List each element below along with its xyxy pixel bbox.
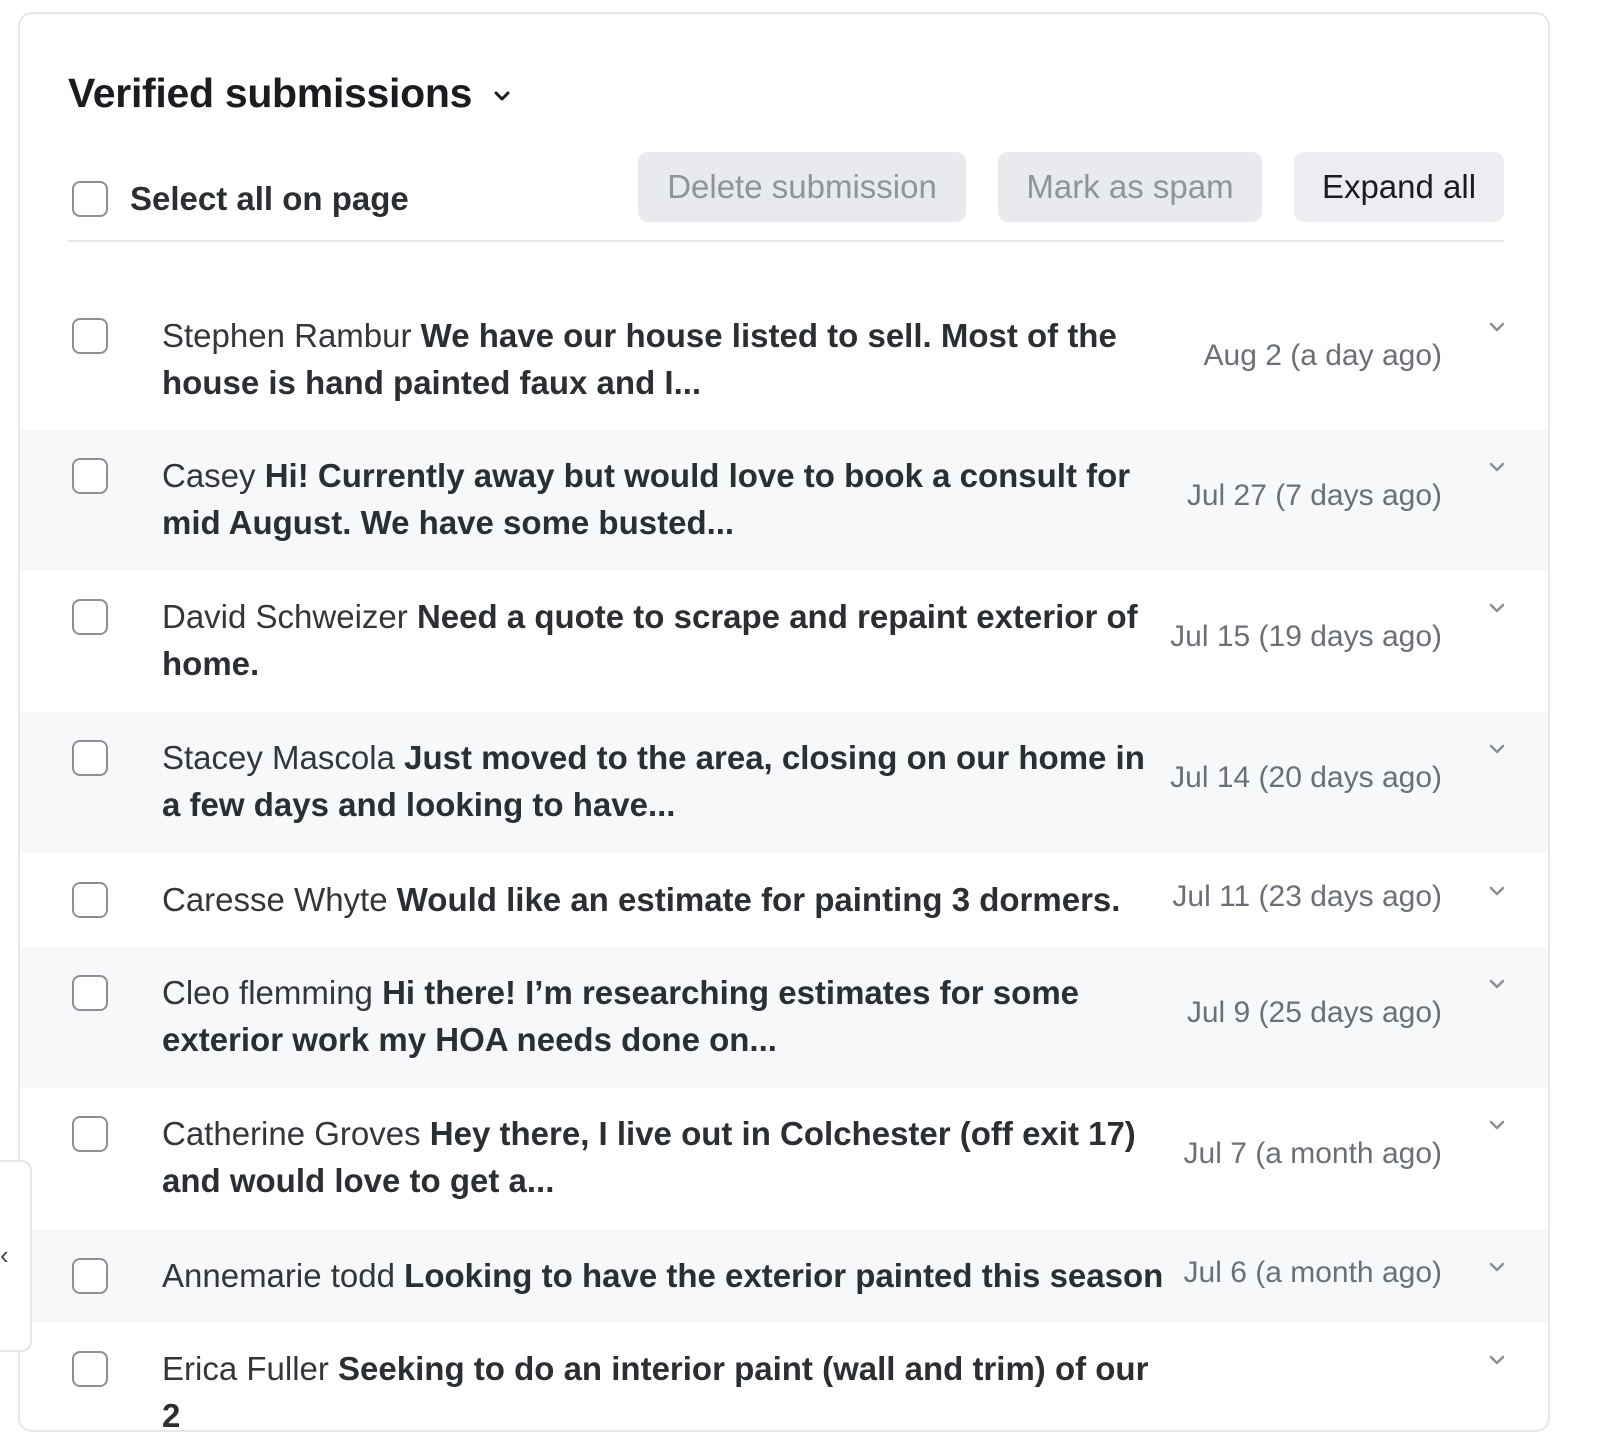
submission-date: Aug 2 (a day ago): [1203, 339, 1443, 372]
submission-summary: Stephen Rambur We have our house listed …: [162, 312, 1172, 406]
row-checkbox[interactable]: [72, 458, 108, 494]
expand-row-chevron-icon[interactable]: [1488, 599, 1506, 617]
mark-as-spam-button[interactable]: Mark as spam: [998, 152, 1262, 222]
submission-row[interactable]: Caresse Whyte Would like an estimate for…: [20, 853, 1548, 947]
expand-row-chevron-icon[interactable]: [1488, 975, 1506, 993]
row-checkbox[interactable]: [72, 1258, 108, 1294]
submission-row[interactable]: Stephen Rambur We have our house listed …: [20, 290, 1548, 430]
submission-date: Jul 6 (a month ago): [1183, 1256, 1442, 1289]
submission-date: Jul 9 (25 days ago): [1186, 996, 1442, 1029]
select-all-on-page[interactable]: Select all on page: [72, 180, 409, 218]
expand-row-chevron-icon[interactable]: [1488, 1116, 1506, 1134]
submission-message: Hi! Currently away but would love to boo…: [162, 457, 1131, 541]
submission-summary: Erica Fuller Seeking to do an interior p…: [162, 1345, 1172, 1430]
submitter-name: Annemarie todd: [162, 1257, 395, 1294]
submission-summary: Catherine Groves Hey there, I live out i…: [162, 1110, 1172, 1204]
expand-row-chevron-icon[interactable]: [1488, 1258, 1506, 1276]
submission-row[interactable]: Cleo flemming Hi there! I’m researching …: [20, 947, 1548, 1088]
submission-message: Looking to have the exterior painted thi…: [404, 1257, 1164, 1294]
row-checkbox[interactable]: [72, 318, 108, 354]
submission-date: Jul 7 (a month ago): [1183, 1137, 1442, 1170]
expand-all-button[interactable]: Expand all: [1294, 152, 1504, 222]
submission-summary: David Schweizer Need a quote to scrape a…: [162, 593, 1172, 687]
select-all-label: Select all on page: [130, 180, 409, 217]
submission-row[interactable]: Casey Hi! Currently away but would love …: [20, 430, 1548, 571]
submitter-name: Erica Fuller: [162, 1350, 329, 1387]
submission-message: Would like an estimate for painting 3 do…: [396, 881, 1121, 918]
expand-row-chevron-icon[interactable]: [1488, 740, 1506, 758]
submitter-name: Stacey Mascola: [162, 739, 395, 776]
submitter-name: Stephen Rambur: [162, 317, 412, 354]
submission-summary: Annemarie todd Looking to have the exter…: [162, 1252, 1172, 1299]
submission-row[interactable]: Erica Fuller Seeking to do an interior p…: [20, 1323, 1548, 1430]
row-checkbox[interactable]: [72, 882, 108, 918]
expand-row-chevron-icon[interactable]: [1488, 882, 1506, 900]
submitter-name: Cleo flemming: [162, 974, 373, 1011]
submission-row[interactable]: Stacey Mascola Just moved to the area, c…: [20, 712, 1548, 853]
submission-row[interactable]: Annemarie todd Looking to have the exter…: [20, 1229, 1548, 1323]
submission-row[interactable]: Catherine Groves Hey there, I live out i…: [20, 1088, 1548, 1229]
submitter-name: David Schweizer: [162, 598, 408, 635]
toolbar: Select all on page Delete submission Mar…: [68, 140, 1504, 240]
submitter-name: Casey: [162, 457, 256, 494]
row-checkbox[interactable]: [72, 975, 108, 1011]
expand-row-chevron-icon[interactable]: [1488, 458, 1506, 476]
delete-submission-button[interactable]: Delete submission: [638, 152, 966, 222]
submission-summary: Cleo flemming Hi there! I’m researching …: [162, 969, 1172, 1063]
submission-summary: Caresse Whyte Would like an estimate for…: [162, 876, 1172, 923]
row-checkbox[interactable]: [72, 1116, 108, 1152]
submission-row[interactable]: David Schweizer Need a quote to scrape a…: [20, 571, 1548, 712]
submission-list: Stephen Rambur We have our house listed …: [20, 290, 1548, 1430]
submissions-filter-dropdown[interactable]: Verified submissions: [68, 70, 512, 117]
chevron-down-icon: [494, 91, 510, 100]
submitter-name: Caresse Whyte: [162, 881, 388, 918]
select-all-checkbox[interactable]: [72, 181, 108, 217]
submission-summary: Stacey Mascola Just moved to the area, c…: [162, 734, 1172, 828]
submissions-panel: Verified submissions Select all on page …: [18, 12, 1550, 1432]
submission-date: Jul 11 (23 days ago): [1172, 880, 1442, 913]
row-checkbox[interactable]: [72, 599, 108, 635]
submission-date: Jul 14 (20 days ago): [1170, 761, 1442, 794]
page-title: Verified submissions: [68, 70, 473, 116]
submission-date: Jul 27 (7 days ago): [1186, 479, 1442, 512]
expand-row-chevron-icon[interactable]: [1488, 318, 1506, 336]
submission-summary: Casey Hi! Currently away but would love …: [162, 452, 1172, 546]
row-checkbox[interactable]: [72, 740, 108, 776]
chevron-left-icon: ‹: [0, 1240, 9, 1270]
toolbar-divider: [68, 240, 1504, 242]
row-checkbox[interactable]: [72, 1351, 108, 1387]
expand-row-chevron-icon[interactable]: [1488, 1351, 1506, 1369]
submitter-name: Catherine Groves: [162, 1115, 421, 1152]
submission-date: Jul 15 (19 days ago): [1170, 620, 1442, 653]
side-panel-toggle[interactable]: ‹: [0, 1160, 32, 1352]
